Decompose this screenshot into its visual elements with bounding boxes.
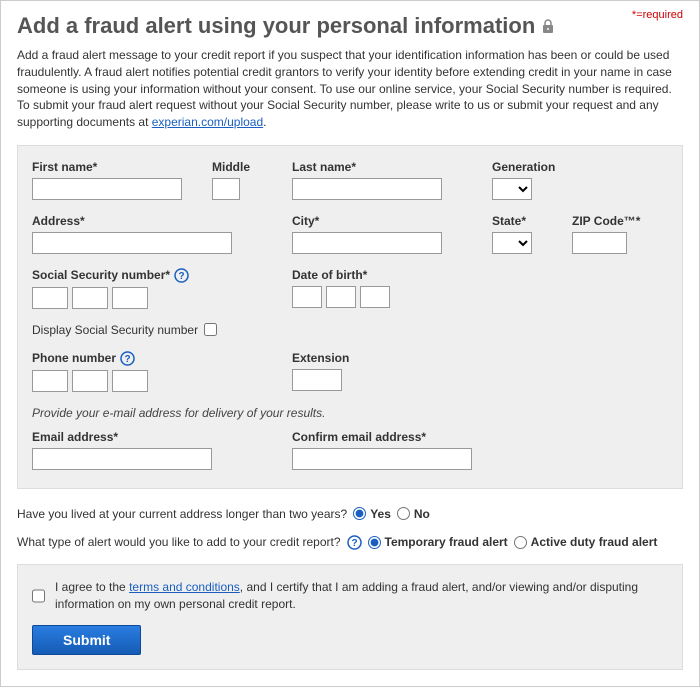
svg-text:?: ?	[124, 354, 130, 365]
middle-input[interactable]	[212, 178, 240, 200]
ssn-label: Social Security number* ?	[32, 268, 292, 283]
first-name-label: First name*	[32, 160, 212, 174]
dob-input-2[interactable]	[326, 286, 356, 308]
ssn-input-2[interactable]	[72, 287, 108, 309]
intro-period: .	[263, 115, 266, 129]
q1-yes-label: Yes	[370, 507, 391, 521]
last-name-label: Last name*	[292, 160, 492, 174]
generation-label: Generation	[492, 160, 555, 174]
q1-yes-radio[interactable]	[353, 507, 366, 520]
intro-paragraph: Add a fraud alert message to your credit…	[17, 47, 683, 131]
dob-input-3[interactable]	[360, 286, 390, 308]
dob-label: Date of birth*	[292, 268, 390, 282]
title-text: Add a fraud alert using your personal in…	[17, 13, 535, 39]
first-name-input[interactable]	[32, 178, 182, 200]
extension-input[interactable]	[292, 369, 342, 391]
help-icon[interactable]: ?	[120, 351, 135, 366]
lock-icon	[541, 18, 555, 34]
display-ssn-label: Display Social Security number	[32, 323, 198, 337]
page-title: Add a fraud alert using your personal in…	[17, 13, 683, 39]
q2-opt1-label: Temporary fraud alert	[385, 535, 508, 549]
confirm-email-label: Confirm email address*	[292, 430, 472, 444]
help-icon[interactable]: ?	[347, 535, 362, 550]
confirm-email-input[interactable]	[292, 448, 472, 470]
submit-button[interactable]: Submit	[32, 625, 141, 655]
agreement-section: I agree to the terms and conditions, and…	[17, 564, 683, 670]
svg-text:?: ?	[351, 538, 357, 549]
address-duration-question: Have you lived at your current address l…	[17, 507, 683, 521]
display-ssn-checkbox[interactable]	[204, 323, 217, 336]
help-icon[interactable]: ?	[174, 268, 189, 283]
email-input[interactable]	[32, 448, 212, 470]
zip-label: ZIP Code™*	[572, 214, 640, 228]
phone-input-2[interactable]	[72, 370, 108, 392]
zip-input[interactable]	[572, 232, 627, 254]
terms-link[interactable]: terms and conditions	[129, 580, 240, 594]
phone-label-text: Phone number	[32, 351, 116, 365]
phone-label: Phone number ?	[32, 351, 292, 366]
q1-no-radio[interactable]	[397, 507, 410, 520]
svg-text:?: ?	[178, 271, 184, 282]
q2-opt2-label: Active duty fraud alert	[531, 535, 658, 549]
agree-checkbox[interactable]	[32, 579, 45, 613]
agree-pre: I agree to the	[55, 580, 129, 594]
q2-text: What type of alert would you like to add…	[17, 535, 341, 549]
q2-active-duty-radio[interactable]	[514, 536, 527, 549]
q1-text: Have you lived at your current address l…	[17, 507, 347, 521]
generation-select[interactable]	[492, 178, 532, 200]
q2-temporary-radio[interactable]	[368, 536, 381, 549]
personal-info-form: First name* Middle Last name* Generation…	[17, 145, 683, 489]
address-input[interactable]	[32, 232, 232, 254]
state-label: State*	[492, 214, 572, 228]
ssn-input-1[interactable]	[32, 287, 68, 309]
email-label: Email address*	[32, 430, 292, 444]
last-name-input[interactable]	[292, 178, 442, 200]
required-note: *=required	[632, 9, 683, 21]
address-label: Address*	[32, 214, 292, 228]
alert-type-question: What type of alert would you like to add…	[17, 535, 683, 550]
state-select[interactable]	[492, 232, 532, 254]
city-input[interactable]	[292, 232, 442, 254]
intro-text: Add a fraud alert message to your credit…	[17, 48, 672, 129]
upload-link[interactable]: experian.com/upload	[152, 115, 263, 129]
ssn-label-text: Social Security number*	[32, 268, 170, 282]
phone-input-3[interactable]	[112, 370, 148, 392]
agree-text: I agree to the terms and conditions, and…	[55, 579, 668, 613]
q1-no-label: No	[414, 507, 430, 521]
ssn-input-3[interactable]	[112, 287, 148, 309]
email-hint: Provide your e-mail address for delivery…	[32, 406, 668, 420]
phone-input-1[interactable]	[32, 370, 68, 392]
city-label: City*	[292, 214, 492, 228]
middle-label: Middle	[212, 160, 292, 174]
dob-input-1[interactable]	[292, 286, 322, 308]
extension-label: Extension	[292, 351, 349, 365]
